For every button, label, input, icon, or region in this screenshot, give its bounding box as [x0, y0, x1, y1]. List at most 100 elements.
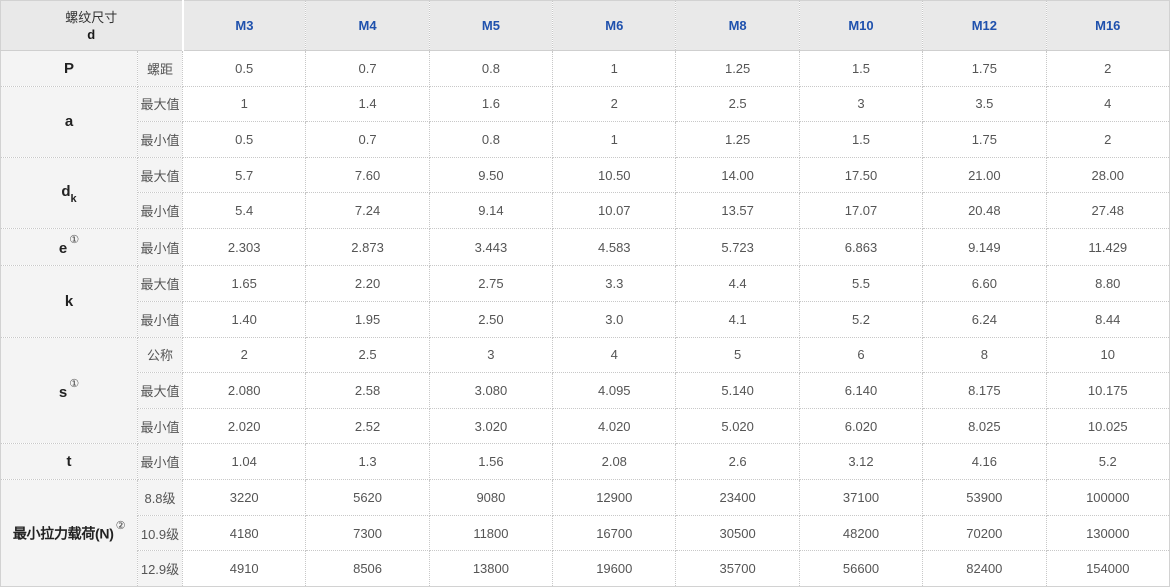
row-sublabel: 最大值: [138, 157, 183, 193]
value-cell: 0.8: [429, 51, 552, 87]
table-row: s①公称22.53456810: [1, 337, 1170, 373]
value-cell: 3.5: [923, 86, 1046, 122]
size-column-header: M4: [306, 1, 429, 51]
value-cell: 4.020: [553, 408, 676, 444]
table-row: 最小拉力载荷(N)②8.8级32205620908012900234003710…: [1, 480, 1170, 516]
value-cell: 4: [1046, 86, 1169, 122]
row-group-label: e①: [1, 229, 138, 266]
value-cell: 5: [676, 337, 799, 373]
value-cell: 10.175: [1046, 373, 1169, 409]
value-cell: 9.14: [429, 193, 552, 229]
value-cell: 1.25: [676, 51, 799, 87]
value-cell: 4: [553, 337, 676, 373]
table-row: 最小值2.0202.523.0204.0205.0206.0208.02510.…: [1, 408, 1170, 444]
value-cell: 1.04: [183, 444, 306, 480]
row-sublabel: 最小值: [138, 229, 183, 266]
value-cell: 5.4: [183, 193, 306, 229]
table-row: P螺距0.50.70.811.251.51.752: [1, 51, 1170, 87]
value-cell: 11.429: [1046, 229, 1169, 266]
value-cell: 1.56: [429, 444, 552, 480]
value-cell: 19600: [553, 551, 676, 587]
size-column-header: M5: [429, 1, 552, 51]
value-cell: 2: [183, 337, 306, 373]
value-cell: 17.50: [799, 157, 922, 193]
row-sublabel: 最小值: [138, 193, 183, 229]
value-cell: 9080: [429, 480, 552, 516]
value-cell: 16700: [553, 515, 676, 551]
size-column-header: M6: [553, 1, 676, 51]
value-cell: 100000: [1046, 480, 1169, 516]
value-cell: 0.7: [306, 51, 429, 87]
value-cell: 2.50: [429, 302, 552, 338]
value-cell: 2.303: [183, 229, 306, 266]
value-cell: 6.863: [799, 229, 922, 266]
row-group-label-text: s: [59, 384, 67, 401]
value-cell: 3.12: [799, 444, 922, 480]
value-cell: 154000: [1046, 551, 1169, 587]
value-cell: 5620: [306, 480, 429, 516]
value-cell: 35700: [676, 551, 799, 587]
value-cell: 20.48: [923, 193, 1046, 229]
value-cell: 2.75: [429, 266, 552, 302]
value-cell: 0.5: [183, 51, 306, 87]
row-group-label: P: [1, 51, 138, 87]
value-cell: 11800: [429, 515, 552, 551]
value-cell: 6.140: [799, 373, 922, 409]
header-row: 螺纹尺寸 d M3M4M5M6M8M10M12M16: [1, 1, 1170, 51]
value-cell: 1: [553, 51, 676, 87]
table-row: a最大值11.41.622.533.54: [1, 86, 1170, 122]
value-cell: 2.08: [553, 444, 676, 480]
value-cell: 5.7: [183, 157, 306, 193]
row-sublabel: 10.9级: [138, 515, 183, 551]
value-cell: 4.16: [923, 444, 1046, 480]
size-column-header: M10: [799, 1, 922, 51]
value-cell: 2.873: [306, 229, 429, 266]
value-cell: 1.4: [306, 86, 429, 122]
value-cell: 4.1: [676, 302, 799, 338]
table-row: 最大值2.0802.583.0804.0955.1406.1408.17510.…: [1, 373, 1170, 409]
row-group-label-text: P: [64, 60, 74, 77]
value-cell: 13800: [429, 551, 552, 587]
value-cell: 1.65: [183, 266, 306, 302]
table-row: dk最大值5.77.609.5010.5014.0017.5021.0028.0…: [1, 157, 1170, 193]
table-row: 最小值5.47.249.1410.0713.5717.0720.4827.48: [1, 193, 1170, 229]
value-cell: 8506: [306, 551, 429, 587]
value-cell: 3.3: [553, 266, 676, 302]
value-cell: 37100: [799, 480, 922, 516]
row-group-label: k: [1, 266, 138, 337]
row-sublabel: 最小值: [138, 408, 183, 444]
value-cell: 2: [1046, 122, 1169, 158]
value-cell: 30500: [676, 515, 799, 551]
value-cell: 9.50: [429, 157, 552, 193]
row-group-label-text: 最小拉力载荷(N): [13, 525, 114, 541]
value-cell: 3: [799, 86, 922, 122]
row-group-label-text: k: [65, 293, 73, 310]
row-sublabel: 螺距: [138, 51, 183, 87]
value-cell: 1: [183, 86, 306, 122]
value-cell: 4180: [183, 515, 306, 551]
value-cell: 2.58: [306, 373, 429, 409]
value-cell: 1.25: [676, 122, 799, 158]
value-cell: 1.5: [799, 51, 922, 87]
table-row: k最大值1.652.202.753.34.45.56.608.80: [1, 266, 1170, 302]
row-sublabel: 最小值: [138, 444, 183, 480]
value-cell: 2: [553, 86, 676, 122]
value-cell: 3.443: [429, 229, 552, 266]
value-cell: 4.095: [553, 373, 676, 409]
value-cell: 5.723: [676, 229, 799, 266]
value-cell: 2.020: [183, 408, 306, 444]
value-cell: 23400: [676, 480, 799, 516]
value-cell: 0.8: [429, 122, 552, 158]
value-cell: 8: [923, 337, 1046, 373]
value-cell: 4.4: [676, 266, 799, 302]
value-cell: 10.50: [553, 157, 676, 193]
row-group-label-text: e: [59, 240, 67, 257]
corner-header-cell: 螺纹尺寸 d: [1, 1, 183, 51]
value-cell: 3220: [183, 480, 306, 516]
table-row: 最小值0.50.70.811.251.51.752: [1, 122, 1170, 158]
value-cell: 5.2: [799, 302, 922, 338]
size-column-header: M3: [183, 1, 306, 51]
value-cell: 1.3: [306, 444, 429, 480]
row-group-label: dk: [1, 157, 138, 228]
table-row: e①最小值2.3032.8733.4434.5835.7236.8639.149…: [1, 229, 1170, 266]
